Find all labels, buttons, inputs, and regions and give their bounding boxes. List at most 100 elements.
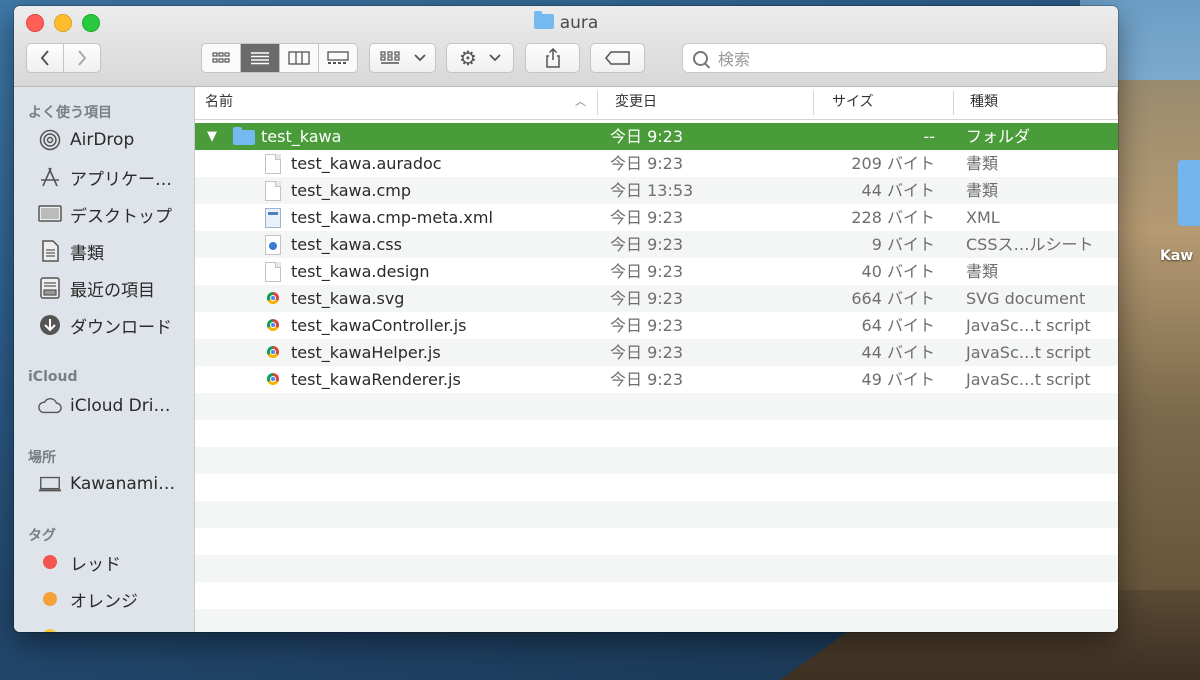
sidebar-item-recents[interactable]: 最近の項目 xyxy=(38,274,155,302)
file-size: 664 バイト xyxy=(851,289,935,308)
sidebar-item-tag-orange[interactable]: オレンジ xyxy=(38,585,138,613)
red-tag-dot xyxy=(43,555,57,569)
folder-row[interactable]: ▼ test_kawa 今日 9:23 -- フォルダ xyxy=(195,123,1118,150)
share-button[interactable] xyxy=(525,43,580,73)
sidebar-item-label: 最近の項目 xyxy=(70,280,155,301)
sidebar-item-icloud-drive[interactable]: iCloud Dri… xyxy=(38,392,171,420)
sidebar-item-label: 書類 xyxy=(70,243,104,264)
file-size: 9 バイト xyxy=(871,235,935,254)
sidebar-item-label: AirDrop xyxy=(70,130,135,150)
search-field[interactable]: 検索 xyxy=(682,43,1107,73)
desktop-icon xyxy=(38,203,62,225)
downloads-icon xyxy=(38,314,62,336)
group-by-button[interactable] xyxy=(369,43,436,73)
file-row[interactable]: test_kawa.css 今日 9:23 9 バイト CSSス…ルシート xyxy=(195,231,1118,258)
action-menu-button[interactable]: ⚙ xyxy=(446,43,514,73)
file-name: test_kawa.design xyxy=(291,262,430,281)
file-row[interactable]: test_kawa.auradoc 今日 9:23 209 バイト 書類 xyxy=(195,150,1118,177)
tag-button[interactable] xyxy=(590,43,645,73)
sidebar-item-tag-red[interactable]: レッド xyxy=(38,548,121,576)
sidebar-section-favorites: よく使う項目 xyxy=(28,105,112,121)
column-header-name[interactable]: 名前 xyxy=(205,87,233,119)
empty-row xyxy=(195,609,1118,632)
list-view-button[interactable] xyxy=(241,44,280,72)
file-size: -- xyxy=(923,127,935,146)
file-row[interactable]: test_kawaController.js 今日 9:23 64 バイト JavaS… xyxy=(195,312,1118,339)
file-row[interactable]: test_kawaRenderer.js 今日 9:23 49 バイト JavaSc…… xyxy=(195,366,1118,393)
folder-icon xyxy=(533,11,554,29)
gallery-view-button[interactable] xyxy=(319,44,357,72)
forward-button[interactable] xyxy=(63,43,101,73)
empty-row xyxy=(195,501,1118,528)
airdrop-icon xyxy=(38,129,62,151)
sidebar-item-airdrop[interactable]: AirDrop xyxy=(38,126,134,154)
sidebar-item-label: Kawanami… xyxy=(70,474,176,494)
file-name: test_kawa.auradoc xyxy=(291,154,442,173)
file-name: test_kawa.svg xyxy=(291,289,405,308)
sidebar-item-label: デスクトップ xyxy=(70,206,172,227)
column-header-size[interactable]: サイズ xyxy=(832,87,874,119)
document-icon xyxy=(265,154,281,174)
sidebar-item-desktop[interactable]: デスクトップ xyxy=(38,200,172,228)
sidebar-item-documents[interactable]: 書類 xyxy=(38,237,104,265)
group-icon xyxy=(379,51,400,64)
file-kind: 書類 xyxy=(966,181,999,200)
file-name: test_kawa.cmp xyxy=(291,181,412,200)
empty-row xyxy=(195,582,1118,609)
file-date: 今日 9:23 xyxy=(610,154,684,173)
column-header-kind[interactable]: 種類 xyxy=(970,87,998,119)
file-row[interactable]: test_kawa.design 今日 9:23 40 バイト 書類 xyxy=(195,258,1118,285)
desktop-folder-label[interactable]: Kaw xyxy=(1160,248,1200,264)
view-mode-control[interactable] xyxy=(201,43,358,73)
file-kind: JavaSc…t script xyxy=(966,370,1091,389)
documents-icon xyxy=(38,240,62,262)
file-date: 今日 9:23 xyxy=(610,127,684,146)
file-row[interactable]: test_kawa.svg 今日 9:23 664 バイト SVG document xyxy=(195,285,1118,312)
file-row[interactable]: test_kawa.cmp-meta.xml 今日 9:23 228 バイト XML xyxy=(195,204,1118,231)
cloud-icon xyxy=(38,395,62,417)
sidebar-item-applications[interactable]: アプリケー… xyxy=(38,163,172,191)
empty-row xyxy=(195,474,1118,501)
chrome-file-icon xyxy=(267,346,279,358)
laptop-icon xyxy=(38,473,62,495)
file-date: 今日 9:23 xyxy=(610,316,684,335)
file-kind: CSSス…ルシート xyxy=(966,235,1094,254)
applications-icon xyxy=(38,166,62,188)
sidebar-item-downloads[interactable]: ダウンロード xyxy=(38,311,172,339)
empty-row xyxy=(195,555,1118,582)
desktop-folder-icon[interactable] xyxy=(1178,160,1200,226)
file-name: test_kawaHelper.js xyxy=(291,343,441,362)
sidebar-item-label: ダウンロード xyxy=(70,317,172,338)
file-date: 今日 9:23 xyxy=(610,370,684,389)
sidebar-section-icloud: iCloud xyxy=(28,369,78,385)
file-row[interactable]: test_kawaHelper.js 今日 9:23 44 バイト JavaSc…t … xyxy=(195,339,1118,366)
file-date: 今日 9:23 xyxy=(610,262,684,281)
chrome-file-icon xyxy=(267,373,279,385)
xml-file-icon xyxy=(265,208,281,228)
sidebar-section-tags: タグ xyxy=(28,528,56,544)
window-title: aura xyxy=(14,11,1118,33)
file-kind: JavaSc…t script xyxy=(966,343,1091,362)
disclosure-triangle-icon[interactable]: ▼ xyxy=(207,123,217,150)
chrome-file-icon xyxy=(267,292,279,304)
sidebar-item-tag-yellow[interactable] xyxy=(38,622,70,632)
gallery-view-icon xyxy=(327,51,349,64)
sidebar-item-computer[interactable]: Kawanami… xyxy=(38,470,175,498)
file-size: 209 バイト xyxy=(851,154,935,173)
gear-icon: ⚙ xyxy=(459,46,477,70)
chevron-left-icon xyxy=(40,50,49,66)
chrome-file-icon xyxy=(267,319,279,331)
column-header-date[interactable]: 変更日 xyxy=(615,87,657,119)
sidebar: よく使う項目 AirDrop アプリケー… デスクトップ 書類 最近の項目 ダウ… xyxy=(14,87,195,632)
file-list: 名前 ︿ 変更日 サイズ 種類 ▼ test_kawa 今日 9:23 -- フォルダ t… xyxy=(195,87,1118,632)
file-name: test_kawa.css xyxy=(291,235,402,254)
search-placeholder[interactable]: 検索 xyxy=(718,46,750,70)
icon-view-button[interactable] xyxy=(202,44,241,72)
sort-ascending-icon[interactable]: ︿ xyxy=(575,87,586,119)
file-row[interactable]: test_kawa.cmp 今日 13:53 44 バイト 書類 xyxy=(195,177,1118,204)
file-size: 44 バイト xyxy=(861,343,935,362)
back-button[interactable] xyxy=(26,43,64,73)
file-kind: JavaSc…t script xyxy=(966,316,1091,335)
column-view-button[interactable] xyxy=(280,44,319,72)
file-kind: SVG document xyxy=(966,289,1086,308)
